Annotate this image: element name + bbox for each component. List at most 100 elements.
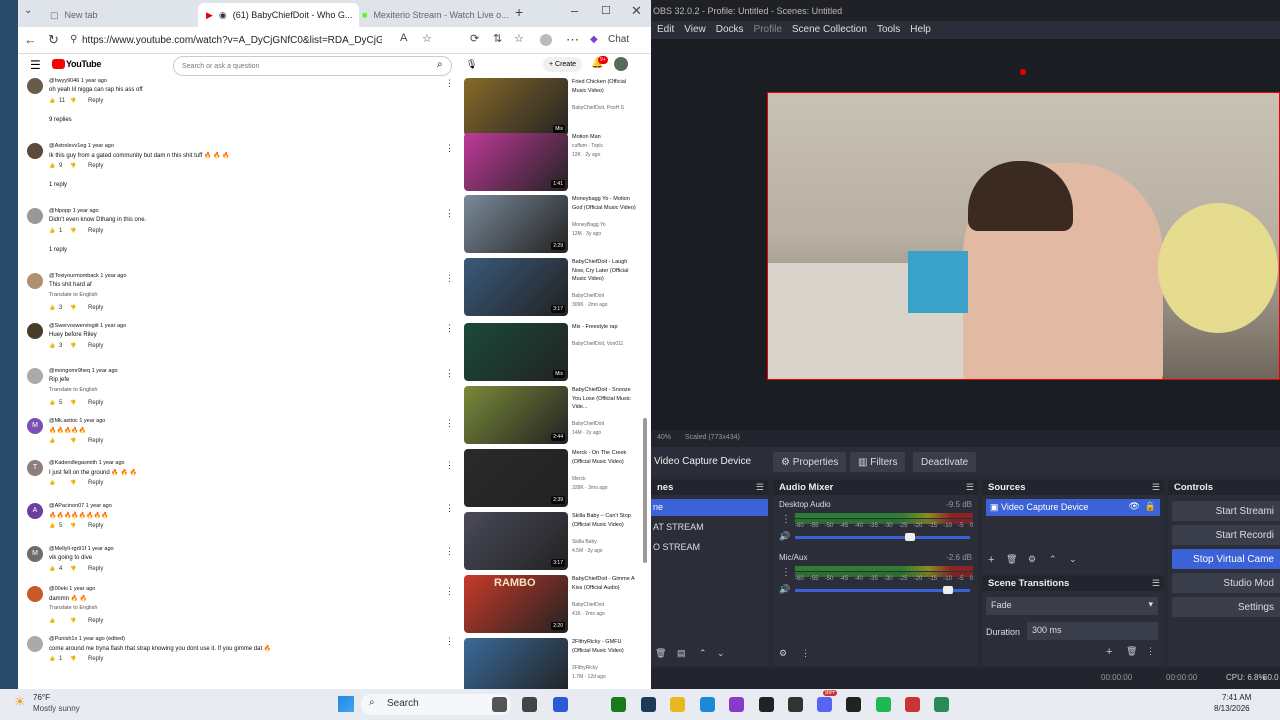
link-icon[interactable]: ⚙ xyxy=(779,648,787,659)
close-window-button[interactable]: ✕ xyxy=(631,3,642,19)
weather-temp[interactable]: 76°F xyxy=(33,693,50,702)
add-icon[interactable]: + xyxy=(988,554,994,566)
avatar[interactable]: M xyxy=(27,418,43,434)
weather-icon[interactable]: ☀ xyxy=(14,694,26,710)
comment-author[interactable]: @Astrolevv1eg 1 year ago xyxy=(49,143,114,149)
like-icon[interactable]: 👍 xyxy=(49,163,55,169)
filter-icon[interactable]: ▤ xyxy=(677,648,686,659)
more-icon[interactable]: ⋮ xyxy=(445,323,454,334)
read-aloud-icon[interactable]: A xyxy=(400,32,407,44)
discord-icon[interactable] xyxy=(817,697,832,712)
comment-author[interactable]: @Swervoswervingiit 1 year ago xyxy=(49,323,126,329)
start-button[interactable] xyxy=(338,696,354,712)
menu-item[interactable]: Docks xyxy=(716,24,744,36)
app-icon[interactable] xyxy=(934,697,949,712)
move-up-icon[interactable]: ⌃ xyxy=(699,648,707,659)
rotation-handle[interactable] xyxy=(1020,69,1026,75)
store-icon[interactable] xyxy=(553,697,568,712)
tab-mexiterio[interactable]: ■ Mexiterio Stream - Watch Live o... × xyxy=(354,3,510,27)
like-icon[interactable]: 👍 xyxy=(49,523,55,529)
extension-icon[interactable]: ⟳ xyxy=(470,32,479,45)
edge-icon[interactable] xyxy=(700,697,715,712)
more-icon[interactable]: ⋮ xyxy=(781,514,791,525)
reply-button[interactable]: Reply xyxy=(88,618,103,624)
deactivate-button[interactable]: Deactivate xyxy=(913,452,977,472)
like-icon[interactable]: 👍 xyxy=(49,343,55,349)
reply-button[interactable]: Reply xyxy=(88,438,103,444)
add-icon[interactable]: + xyxy=(1106,646,1112,658)
video-thumbnail[interactable]: RAMBO 2:20 xyxy=(464,575,568,633)
video-item[interactable]: 3:17 Skilla Baby – Can't Stop (Official M… xyxy=(464,512,639,572)
dislike-icon[interactable]: 👎 xyxy=(70,618,76,624)
more-icon[interactable]: ⋮ xyxy=(445,143,454,154)
control-button[interactable]: Stop Virtual Came xyxy=(1172,549,1280,569)
speaker-icon[interactable]: 🔊 xyxy=(779,584,790,595)
xbox-icon[interactable] xyxy=(611,697,626,712)
video-item[interactable]: 2:44 BabyChiefDoit - Snooze You Lose (Off… xyxy=(464,386,639,446)
more-icon[interactable]: ⋮ xyxy=(445,418,454,429)
trash-icon[interactable]: 🗑 xyxy=(655,648,666,659)
control-button[interactable]: Start Streami xyxy=(1172,501,1280,521)
avatar[interactable] xyxy=(27,273,43,289)
weather-desc[interactable]: Mostly sunny xyxy=(33,704,80,713)
epic-games-icon[interactable] xyxy=(759,697,774,712)
file-explorer-icon[interactable] xyxy=(522,697,537,712)
reply-button[interactable]: Reply xyxy=(88,566,103,572)
video-channel[interactable]: BabyChiefDoit, Von011 xyxy=(572,340,623,348)
avatar[interactable] xyxy=(27,368,43,384)
video-thumbnail[interactable]: 3:17 xyxy=(464,258,568,316)
like-icon[interactable]: 👍 xyxy=(49,566,55,572)
source-item[interactable]: ▣ Video Capture Device 👁 🔒 xyxy=(986,499,1160,516)
video-thumbnail[interactable]: 1:41 xyxy=(464,133,568,191)
replies-toggle[interactable]: 1 reply xyxy=(49,247,67,253)
dislike-icon[interactable]: 👎 xyxy=(70,343,76,349)
reply-button[interactable]: Reply xyxy=(88,523,103,529)
scene-item[interactable]: O STREAM xyxy=(651,540,702,554)
eye-icon[interactable]: 👁 xyxy=(1129,501,1140,512)
move-down-icon[interactable]: ⌄ xyxy=(717,648,725,659)
video-channel[interactable]: BabyChiefDoit xyxy=(572,292,604,300)
reply-button[interactable]: Reply xyxy=(88,656,103,662)
url-field[interactable]: https://www.youtube.com/watch?v=A_DyCjGN… xyxy=(82,31,382,50)
video-title[interactable]: BabyChiefDoit - Gimme A Kiss (Official A… xyxy=(572,575,638,592)
video-thumbnail[interactable]: Mix xyxy=(464,323,568,381)
video-thumbnail[interactable]: 2:39 xyxy=(464,449,568,507)
more-icon[interactable]: ⋮ xyxy=(445,636,454,647)
video-title[interactable]: Motion Man xyxy=(572,133,638,142)
like-icon[interactable]: 👍 xyxy=(49,228,55,234)
youtube-logo[interactable]: YouTube xyxy=(66,59,101,69)
more-icon[interactable]: ⋮ xyxy=(445,546,454,557)
video-item[interactable]: 2FlthyRicky - GMFU (Official Music Video… xyxy=(464,638,639,689)
video-channel[interactable]: BabyChiefDoit xyxy=(572,420,604,428)
dislike-icon[interactable]: 👎 xyxy=(70,98,76,104)
more-icon[interactable]: ⋮ xyxy=(445,503,454,514)
app-icon[interactable] xyxy=(729,697,744,712)
avatar[interactable] xyxy=(27,78,43,94)
refresh-icon[interactable]: ↻ xyxy=(48,32,59,48)
menu-item[interactable]: Tools xyxy=(877,24,900,36)
move-up-icon[interactable]: ⌃ xyxy=(1049,554,1057,565)
scaled-label[interactable]: Scaled (773x434) xyxy=(685,434,740,441)
more-icon[interactable]: ⋮ xyxy=(445,208,454,219)
scrollbar-thumb[interactable] xyxy=(643,418,647,563)
folder-icon[interactable] xyxy=(670,697,685,712)
video-item[interactable]: 3:17 BabyChiefDoit - Laugh Now, Cry Later… xyxy=(464,258,639,318)
comment-author[interactable]: @hlpopp 1 year ago xyxy=(49,208,99,214)
taskbar-search[interactable]: ⌕ Search xyxy=(361,694,511,715)
trash-icon[interactable]: 🗑 xyxy=(1006,554,1017,565)
reply-button[interactable]: Reply xyxy=(88,343,103,349)
video-thumbnail[interactable] xyxy=(464,638,568,689)
more-icon[interactable]: ⋮ xyxy=(445,460,454,471)
video-item[interactable]: 2:29 Moneybagg Yo - Motion God (Official … xyxy=(464,195,639,255)
comment-author[interactable]: @Mellyll-rgr91f 1 year ago xyxy=(49,546,114,552)
more-icon[interactable]: ⋮ xyxy=(445,78,454,89)
video-title[interactable]: 2FlthyRicky - GMFU (Official Music Video… xyxy=(572,638,638,655)
video-channel[interactable]: BabyChiefDoit xyxy=(572,601,604,609)
dock-menu-icon[interactable]: ☰ xyxy=(1152,482,1160,493)
comment-author[interactable]: @00eki 1 year ago xyxy=(49,586,95,592)
zoom-level[interactable]: 40% xyxy=(657,434,671,441)
sync-icon[interactable]: ⇅ xyxy=(493,32,502,45)
avatar[interactable] xyxy=(27,323,43,339)
favorites-icon[interactable]: ☆ xyxy=(514,32,524,45)
control-button[interactable]: Start Recordi xyxy=(1172,525,1280,545)
